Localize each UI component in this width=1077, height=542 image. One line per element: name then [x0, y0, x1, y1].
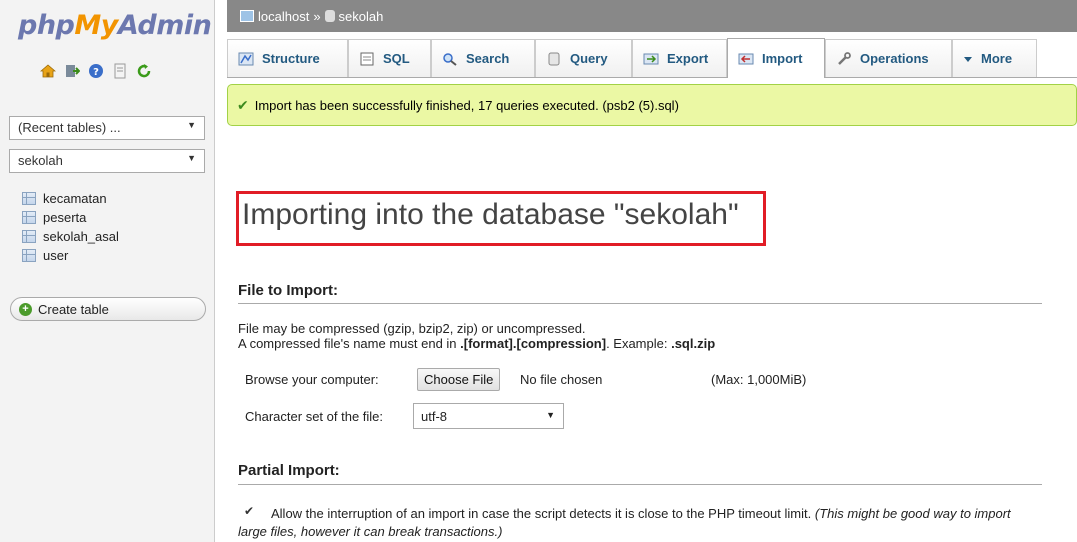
structure-icon	[238, 52, 254, 66]
create-table-button[interactable]: + Create table	[10, 297, 206, 321]
database-icon	[324, 10, 335, 22]
chevron-down-icon: ▼	[187, 120, 196, 130]
table-item-sekolah-asal[interactable]: sekolah_asal	[22, 227, 119, 246]
max-size: (Max: 1,000MiB)	[711, 372, 807, 387]
table-icon	[22, 192, 36, 205]
file-to-import-title: File to Import:	[238, 282, 338, 299]
navigation-sidebar: phpMyAdmin ? (Recent tables) ... ▼ sekol…	[0, 0, 215, 542]
dropdown-arrow-icon	[963, 52, 973, 66]
chevron-down-icon: ▼	[187, 153, 196, 163]
import-icon	[738, 52, 754, 66]
tab-query[interactable]: Query	[535, 39, 632, 77]
page-title: Importing into the database "sekolah"	[242, 198, 739, 231]
table-item-user[interactable]: user	[22, 246, 119, 265]
database-select[interactable]: sekolah ▼	[9, 149, 205, 173]
help-icon[interactable]: ?	[88, 63, 104, 79]
compression-example: A compressed file's name must end in .[f…	[238, 336, 716, 351]
phpmyadmin-logo[interactable]: phpMyAdmin	[18, 10, 212, 41]
compression-info: File may be compressed (gzip, bzip2, zip…	[238, 321, 586, 336]
tab-more[interactable]: More	[952, 39, 1037, 77]
breadcrumb-server[interactable]: localhost	[258, 9, 309, 24]
tab-export[interactable]: Export	[632, 39, 727, 77]
docs-icon[interactable]	[112, 63, 128, 79]
charset-label: Character set of the file:	[245, 409, 384, 424]
breadcrumb: localhost » sekolah	[227, 0, 1077, 32]
table-item-peserta[interactable]: peserta	[22, 208, 119, 227]
sql-icon	[359, 52, 375, 66]
table-icon	[22, 249, 36, 262]
recent-tables-select[interactable]: (Recent tables) ... ▼	[9, 116, 205, 140]
chevron-down-icon: ▼	[546, 410, 555, 420]
tab-import[interactable]: Import	[727, 38, 825, 78]
query-icon	[546, 52, 562, 66]
checkmark-icon: ✔	[237, 96, 249, 113]
section-divider	[238, 484, 1042, 485]
choose-file-button[interactable]: Choose File	[417, 368, 501, 391]
allow-interrupt-checkbox[interactable]: ✔	[244, 505, 256, 517]
exit-icon[interactable]	[64, 63, 80, 79]
plus-icon: +	[19, 302, 32, 316]
tab-operations[interactable]: Operations	[825, 39, 952, 77]
partial-import-description: Allow the interruption of an import in c…	[238, 506, 1011, 539]
success-message: ✔ Import has been successfully finished,…	[227, 84, 1077, 126]
section-divider	[238, 303, 1042, 304]
search-icon	[442, 52, 458, 66]
tab-sql[interactable]: SQL	[348, 39, 431, 77]
breadcrumb-database[interactable]: sekolah	[339, 9, 384, 24]
browse-label: Browse your computer:	[245, 372, 379, 387]
nav-icon-bar: ?	[40, 63, 152, 79]
tab-structure[interactable]: Structure	[227, 39, 348, 77]
export-icon	[643, 52, 659, 66]
partial-import-title: Partial Import:	[238, 462, 340, 479]
table-icon	[22, 211, 36, 224]
tab-search[interactable]: Search	[431, 39, 535, 77]
server-icon	[240, 10, 254, 22]
charset-select[interactable]: utf-8 ▼	[413, 403, 564, 429]
tab-bar: Structure SQL Search Query Export Import…	[227, 38, 1077, 78]
reload-icon[interactable]	[136, 63, 152, 79]
file-status: No file chosen	[520, 372, 603, 387]
svg-text:?: ?	[93, 67, 99, 78]
wrench-icon	[836, 51, 852, 66]
home-icon[interactable]	[40, 63, 56, 79]
table-item-kecamatan[interactable]: kecamatan	[22, 189, 119, 208]
table-list: kecamatan peserta sekolah_asal user	[22, 189, 119, 265]
table-icon	[22, 230, 36, 243]
